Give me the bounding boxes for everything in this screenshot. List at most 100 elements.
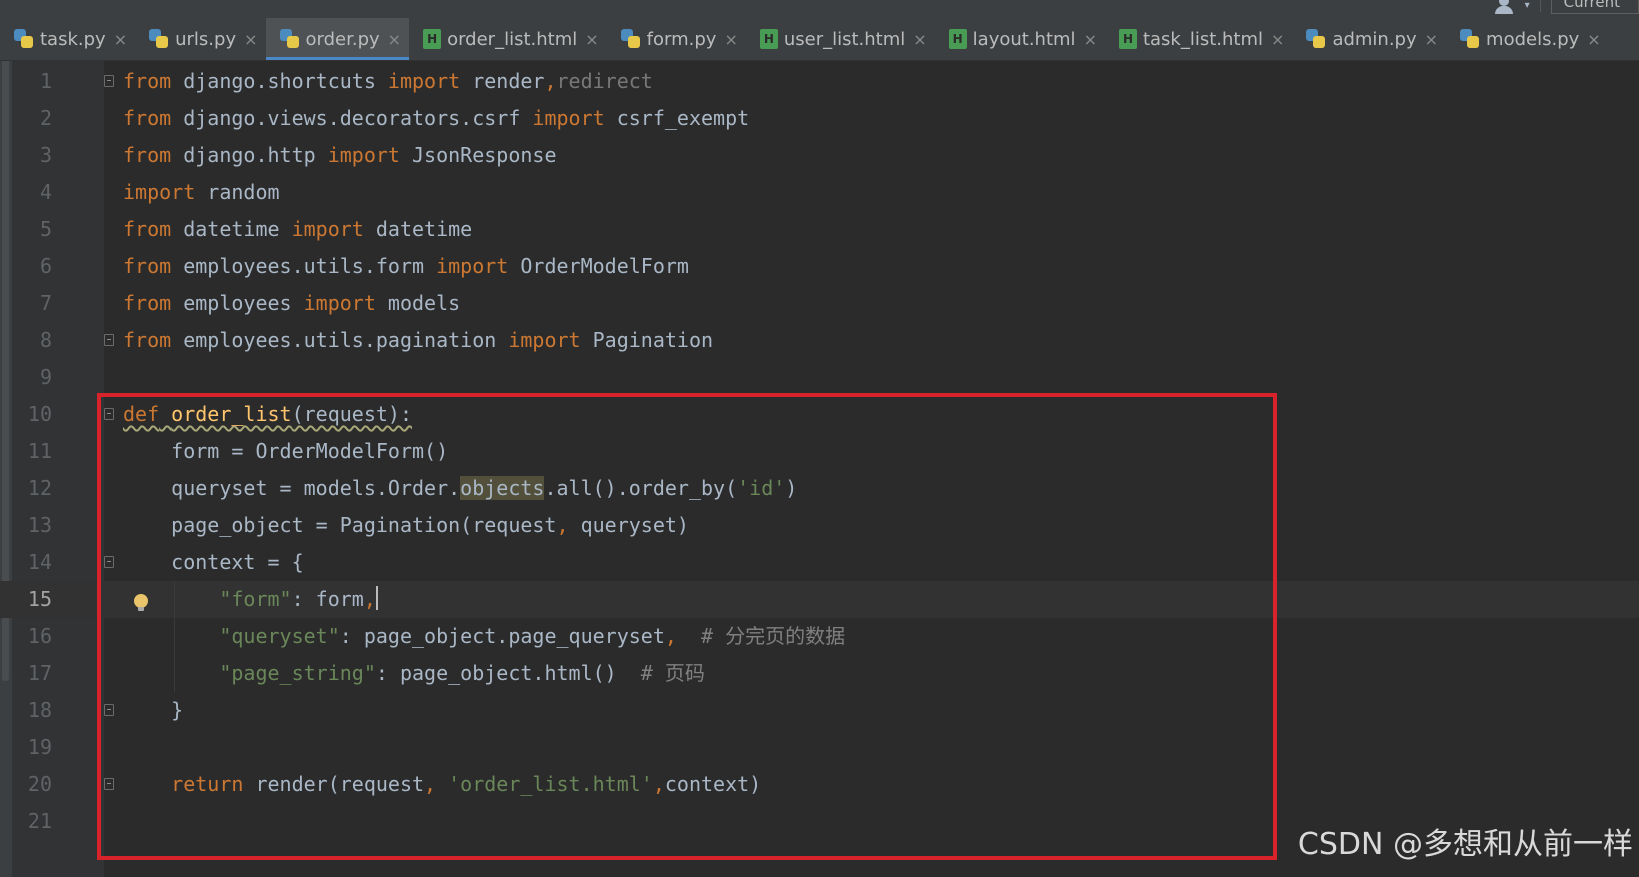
close-icon[interactable]: ×: [244, 30, 257, 49]
python-file-icon: [279, 29, 300, 49]
code-line[interactable]: 13 page_object = Pagination(request, que…: [0, 507, 1639, 544]
line-number[interactable]: 13: [12, 507, 52, 544]
line-number[interactable]: 11: [12, 433, 52, 470]
line-number[interactable]: 5: [12, 211, 52, 248]
code-line[interactable]: 8 from employees.utils.pagination import …: [0, 322, 1639, 359]
line-number[interactable]: 2: [12, 100, 52, 137]
code-text: from employees import models: [123, 291, 461, 315]
tab-label: order.py: [305, 28, 380, 50]
tab-user-list-html[interactable]: user_list.html ×: [746, 18, 935, 60]
text-caret: [375, 586, 378, 610]
code-text: from employees.utils.pagination import P…: [123, 328, 714, 352]
code-text: from datetime import datetime: [123, 217, 473, 241]
code-text: from django.shortcuts import render,redi…: [123, 69, 653, 93]
code-text: "page_string": page_object.html() # 页码: [219, 661, 705, 685]
code-text: "queryset": page_object.page_queryset, #…: [219, 624, 846, 648]
close-icon[interactable]: ×: [585, 30, 598, 49]
code-line[interactable]: 6 from employees.utils.form import OrderM…: [0, 248, 1639, 285]
tab-label: order_list.html: [447, 28, 578, 50]
code-text: from django.http import JsonResponse: [123, 143, 557, 167]
line-number[interactable]: 18: [12, 692, 52, 729]
tab-layout-html[interactable]: layout.html ×: [935, 18, 1105, 60]
code-text: page_object = Pagination(request, querys…: [123, 513, 689, 537]
code-line[interactable]: 17 "page_string": page_object.html() # 页…: [0, 655, 1639, 692]
close-icon[interactable]: ×: [114, 30, 127, 49]
line-number[interactable]: 20: [12, 766, 52, 803]
code-line[interactable]: 1 from django.shortcuts import render,red…: [0, 63, 1639, 100]
tab-task-py[interactable]: task.py ×: [0, 18, 135, 60]
fold-marker-icon[interactable]: [104, 704, 114, 716]
close-icon[interactable]: ×: [913, 30, 926, 49]
close-icon[interactable]: ×: [1425, 30, 1438, 49]
tab-label: models.py: [1486, 28, 1580, 50]
close-icon[interactable]: ×: [1271, 30, 1284, 49]
run-configuration-dropdown[interactable]: Current: [1550, 0, 1639, 14]
code-line[interactable]: 4 import random: [0, 174, 1639, 211]
line-number[interactable]: 14: [12, 544, 52, 581]
python-file-icon: [1460, 29, 1480, 49]
tab-task-list-html[interactable]: task_list.html ×: [1105, 18, 1292, 60]
fold-marker-icon[interactable]: [104, 75, 114, 87]
close-icon[interactable]: ×: [388, 30, 401, 49]
close-icon[interactable]: ×: [724, 30, 737, 49]
fold-marker-icon[interactable]: [104, 778, 114, 790]
code-line[interactable]: 10 def order_list(request):: [0, 396, 1639, 433]
chevron-down-icon[interactable]: ▾: [1525, 0, 1530, 11]
code-text: "form": form,: [219, 586, 378, 611]
tab-label: form.py: [646, 28, 717, 50]
tab-label: urls.py: [175, 28, 237, 50]
line-number[interactable]: 10: [12, 396, 52, 433]
tab-models-py[interactable]: models.py ×: [1446, 18, 1609, 60]
code-editor[interactable]: 1 from django.shortcuts import render,red…: [0, 61, 1639, 877]
user-icon[interactable]: [1493, 0, 1515, 14]
tab-label: layout.html: [972, 28, 1076, 50]
code-line[interactable]: 18 }: [0, 692, 1639, 729]
close-icon[interactable]: ×: [1084, 30, 1097, 49]
fold-marker-icon[interactable]: [104, 556, 114, 568]
code-line[interactable]: 7 from employees import models: [0, 285, 1639, 322]
code-line[interactable]: 3 from django.http import JsonResponse: [0, 137, 1639, 174]
code-text: def order_list(request):: [123, 402, 413, 426]
line-number[interactable]: 9: [12, 359, 52, 396]
code-text: return render(request, 'order_list.html'…: [171, 772, 762, 796]
code-line[interactable]: 15 "form": form,: [0, 581, 1639, 618]
line-number[interactable]: 1: [12, 63, 52, 100]
code-line[interactable]: 9: [0, 359, 1639, 396]
line-number[interactable]: 15: [12, 581, 52, 618]
line-number[interactable]: 19: [12, 729, 52, 766]
html-file-icon: [423, 29, 442, 49]
line-number[interactable]: 6: [12, 248, 52, 285]
editor-tab-bar: task.py×urls.py×order.py×order_list.html…: [0, 18, 1639, 61]
code-line[interactable]: 12 queryset = models.Order.objects.all()…: [0, 470, 1639, 507]
line-number[interactable]: 8: [12, 322, 52, 359]
line-number[interactable]: 21: [12, 803, 52, 840]
indent-guide: [174, 581, 175, 692]
top-toolbar-strip: ▾ Current: [0, 0, 1639, 18]
code-line[interactable]: 2 from django.views.decorators.csrf impor…: [0, 100, 1639, 137]
tab-admin-py[interactable]: admin.py ×: [1292, 18, 1446, 60]
line-number[interactable]: 3: [12, 137, 52, 174]
fold-marker-icon[interactable]: [104, 408, 114, 420]
tab-urls-py[interactable]: urls.py ×: [135, 18, 265, 60]
code-line[interactable]: 16 "queryset": page_object.page_queryset…: [0, 618, 1639, 655]
code-line[interactable]: 5 from datetime import datetime: [0, 211, 1639, 248]
code-line[interactable]: 14 context = {: [0, 544, 1639, 581]
line-number[interactable]: 16: [12, 618, 52, 655]
html-file-icon: [1118, 29, 1137, 49]
line-number[interactable]: 7: [12, 285, 52, 322]
code-text: }: [123, 698, 184, 722]
line-number[interactable]: 4: [12, 174, 52, 211]
line-number[interactable]: 12: [12, 470, 52, 507]
tab-form-py[interactable]: form.py ×: [607, 18, 746, 60]
code-line[interactable]: 19: [0, 729, 1639, 766]
close-icon[interactable]: ×: [1587, 30, 1600, 49]
tab-order-list-html[interactable]: order_list.html ×: [409, 18, 607, 60]
top-right-controls: ▾ Current: [1493, 0, 1639, 14]
code-text: from django.views.decorators.csrf import…: [123, 106, 750, 130]
code-line[interactable]: 11 form = OrderModelForm(): [0, 433, 1639, 470]
code-line[interactable]: 20 return render(request, 'order_list.ht…: [0, 766, 1639, 803]
tab-label: task.py: [40, 28, 106, 50]
fold-marker-icon[interactable]: [104, 334, 114, 346]
line-number[interactable]: 17: [12, 655, 52, 692]
tab-order-py[interactable]: order.py ×: [265, 18, 410, 60]
